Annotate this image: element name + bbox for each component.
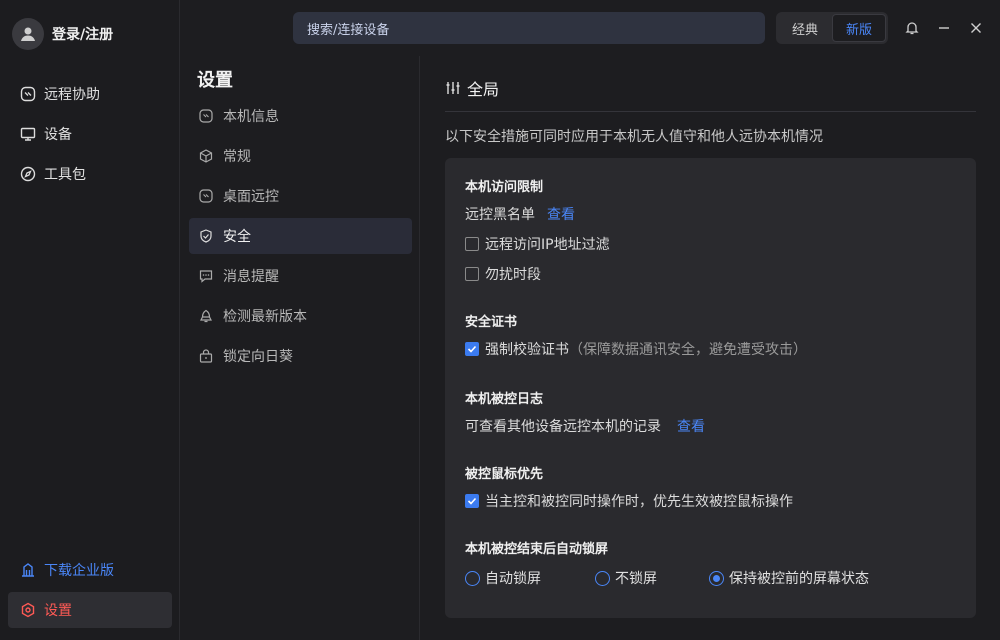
nav-item-label: 设备	[44, 127, 72, 143]
shield-icon	[199, 229, 213, 243]
section-title-log: 本机被控日志	[465, 392, 544, 407]
settings-item-security[interactable]: 安全	[189, 218, 412, 254]
ip-filter-checkbox[interactable]	[465, 237, 479, 251]
monitor-icon	[20, 126, 36, 142]
close-icon[interactable]	[966, 18, 986, 38]
blacklist-label: 远控黑名单	[465, 207, 535, 223]
radio-keep-state-label: 保持被控前的屏幕状态	[729, 571, 869, 587]
nav-item-remote-assist[interactable]: 远程协助	[8, 74, 172, 114]
window-controls	[902, 18, 998, 38]
download-enterprise-link[interactable]: 下载企业版	[8, 550, 172, 590]
log-row: 可查看其他设备远控本机的记录 查看	[465, 411, 956, 441]
force-verify-hint: （保障数据通讯安全，避免遭受攻击）	[569, 342, 807, 358]
ip-filter-row[interactable]: 远程访问IP地址过滤	[465, 229, 956, 259]
settings-menu: 设置 本机信息 常规 桌面远控 安全 消息提醒 检测最新版本 锁定向日葵	[181, 56, 420, 640]
force-verify-row[interactable]: 强制校验证书 （保障数据通讯安全，避免遭受攻击）	[465, 334, 956, 364]
log-description: 可查看其他设备远控本机的记录	[465, 419, 661, 435]
sliders-icon	[445, 80, 461, 96]
radio-no-lock-dot[interactable]	[595, 570, 610, 586]
settings-item-label: 安全	[223, 229, 251, 245]
radio-auto-lock[interactable]: 自动锁屏	[465, 568, 595, 588]
panel-description: 以下安全措施可同时应用于本机无人值守和他人远协本机情况	[445, 129, 823, 145]
remote-assist-icon	[20, 86, 36, 102]
section-title-access-limit: 本机访问限制	[465, 180, 544, 195]
mouse-priority-label: 当主控和被控同时操作时，优先生效被控鼠标操作	[485, 494, 793, 510]
section-title-mouse: 被控鼠标优先	[465, 467, 544, 482]
blacklist-row: 远控黑名单 查看	[465, 199, 956, 229]
nav-item-devices[interactable]: 设备	[8, 114, 172, 154]
left-sidebar: 登录/注册 远程协助 设备 工具包 下载企业版 设置	[0, 0, 180, 640]
settings-item-label: 锁定向日葵	[223, 349, 293, 365]
mode-switch: 经典 新版	[776, 12, 888, 44]
main-nav: 远程协助 设备 工具包	[8, 74, 172, 194]
ip-filter-label: 远程访问IP地址过滤	[485, 237, 610, 253]
radio-no-lock-label: 不锁屏	[615, 571, 657, 587]
section-title-autolock: 本机被控结束后自动锁屏	[465, 542, 609, 557]
minimize-icon[interactable]	[934, 18, 954, 38]
force-verify-checkbox[interactable]	[465, 342, 479, 356]
settings-item-general[interactable]: 常规	[189, 138, 412, 174]
dnd-checkbox[interactable]	[465, 267, 479, 281]
settings-item-label: 桌面远控	[223, 189, 279, 205]
nav-item-label: 远程协助	[44, 87, 100, 103]
user-icon[interactable]	[12, 18, 44, 50]
device-info-icon	[199, 109, 213, 123]
panel-header: 全局	[445, 76, 976, 100]
classic-mode-button[interactable]: 经典	[778, 14, 832, 42]
login-label[interactable]: 登录/注册	[52, 24, 113, 44]
log-view-link[interactable]: 查看	[677, 416, 705, 436]
mouse-priority-checkbox[interactable]	[465, 494, 479, 508]
force-verify-label: 强制校验证书	[485, 342, 569, 358]
cube-icon	[199, 149, 213, 163]
settings-item-label: 消息提醒	[223, 269, 279, 285]
lock-icon	[199, 349, 213, 363]
radio-auto-lock-label: 自动锁屏	[485, 571, 541, 587]
settings-item-device-info[interactable]: 本机信息	[189, 98, 412, 134]
security-card: 本机访问限制 远控黑名单 查看 远程访问IP地址过滤 勿扰时段 安全证书 强制校…	[445, 158, 976, 618]
nav-item-toolkit[interactable]: 工具包	[8, 154, 172, 194]
header-divider	[445, 111, 976, 112]
panel-title: 全局	[467, 80, 500, 99]
section-title-cert: 安全证书	[465, 315, 518, 330]
blacklist-view-link[interactable]: 查看	[547, 204, 575, 224]
building-icon	[20, 562, 36, 578]
gear-icon	[20, 602, 36, 618]
autolock-options: 自动锁屏 不锁屏 保持被控前的屏幕状态	[465, 563, 956, 593]
settings-label: 设置	[44, 603, 72, 619]
radio-keep-state-dot[interactable]	[709, 570, 724, 586]
settings-item-label: 常规	[223, 149, 251, 165]
compass-icon	[20, 166, 36, 182]
settings-title: 设置	[197, 70, 233, 91]
settings-item-check-update[interactable]: 检测最新版本	[189, 298, 412, 334]
enterprise-label: 下载企业版	[44, 563, 114, 579]
mouse-priority-row[interactable]: 当主控和被控同时操作时，优先生效被控鼠标操作	[465, 486, 956, 516]
settings-item-notifications[interactable]: 消息提醒	[189, 258, 412, 294]
search-input[interactable]: 搜索/连接设备	[293, 12, 765, 44]
settings-list: 本机信息 常规 桌面远控 安全 消息提醒 检测最新版本 锁定向日葵	[189, 98, 412, 378]
settings-item-label: 检测最新版本	[223, 309, 307, 325]
desktop-remote-icon	[199, 189, 213, 203]
dnd-row[interactable]: 勿扰时段	[465, 259, 956, 289]
nav-item-settings[interactable]: 设置	[8, 592, 172, 628]
message-icon	[199, 269, 213, 283]
radio-keep-state[interactable]: 保持被控前的屏幕状态	[709, 568, 869, 588]
update-icon	[199, 309, 213, 323]
radio-no-lock[interactable]: 不锁屏	[595, 568, 709, 588]
bell-icon[interactable]	[902, 18, 922, 38]
settings-item-desktop-remote[interactable]: 桌面远控	[189, 178, 412, 214]
radio-auto-lock-dot[interactable]	[465, 570, 480, 586]
settings-item-lock[interactable]: 锁定向日葵	[189, 338, 412, 374]
user-login[interactable]: 登录/注册	[12, 18, 113, 50]
settings-item-label: 本机信息	[223, 109, 279, 125]
dnd-label: 勿扰时段	[485, 267, 541, 283]
new-mode-button[interactable]: 新版	[832, 14, 886, 42]
nav-item-label: 工具包	[44, 167, 86, 183]
bottom-nav: 下载企业版 设置	[8, 550, 172, 628]
security-panel: 全局 以下安全措施可同时应用于本机无人值守和他人远协本机情况 本机访问限制 远控…	[445, 76, 976, 618]
